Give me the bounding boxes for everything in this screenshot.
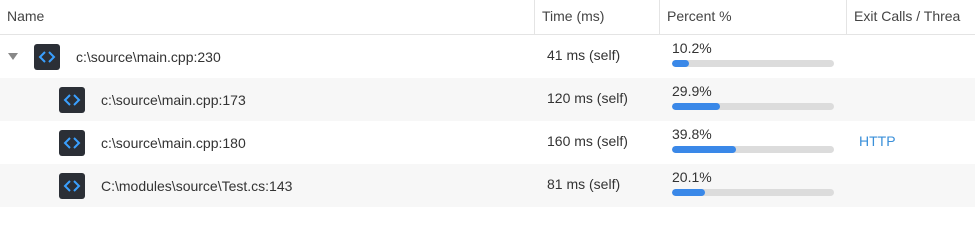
- time-cell: 41 ms (self): [547, 47, 621, 63]
- call-tree-table: Name Time (ms) Percent % Exit Calls / Th…: [0, 0, 975, 207]
- row-name: c:\source\main.cpp:230: [76, 48, 221, 65]
- percent-bar-track: [672, 60, 834, 67]
- exit-calls-cell: [846, 164, 975, 207]
- time-cell: 120 ms (self): [547, 90, 628, 106]
- code-brackets-icon: [34, 43, 60, 70]
- percent-cell: 20.1%: [659, 164, 846, 207]
- table-row[interactable]: c:\source\main.cpp:173 120 ms (self) 29.…: [0, 78, 975, 121]
- code-brackets-icon: [59, 86, 85, 113]
- table-row[interactable]: c:\source\main.cpp:180 160 ms (self) 39.…: [0, 121, 975, 164]
- table-row[interactable]: c:\source\main.cpp:230 41 ms (self) 10.2…: [0, 35, 975, 78]
- code-brackets-icon: [59, 172, 85, 199]
- percent-bar-track: [672, 146, 834, 153]
- time-cell: 81 ms (self): [547, 176, 621, 192]
- exit-calls-cell: [846, 78, 975, 121]
- percent-label: 29.9%: [672, 83, 712, 99]
- percent-label: 10.2%: [672, 40, 712, 56]
- column-header-name[interactable]: Name: [0, 0, 534, 34]
- exit-call-link[interactable]: HTTP: [859, 133, 896, 149]
- time-cell: 160 ms (self): [547, 133, 628, 149]
- column-header-time[interactable]: Time (ms): [534, 0, 659, 34]
- percent-bar-track: [672, 189, 834, 196]
- name-cell: c:\source\main.cpp:230: [0, 35, 534, 78]
- column-header-percent[interactable]: Percent %: [659, 0, 846, 34]
- expand-triangle-icon[interactable]: [8, 53, 18, 60]
- row-name: c:\source\main.cpp:180: [101, 134, 246, 151]
- percent-bar-fill: [672, 103, 721, 110]
- percent-cell: 10.2%: [659, 35, 846, 78]
- percent-label: 20.1%: [672, 169, 712, 185]
- name-cell: c:\source\main.cpp:173: [0, 78, 534, 121]
- percent-cell: 29.9%: [659, 78, 846, 121]
- name-cell: C:\modules\source\Test.cs:143: [0, 164, 534, 207]
- exit-calls-cell: [846, 35, 975, 78]
- percent-bar-fill: [672, 189, 705, 196]
- percent-bar-fill: [672, 60, 689, 67]
- code-brackets-icon: [59, 129, 85, 156]
- percent-label: 39.8%: [672, 126, 712, 142]
- percent-bar-fill: [672, 146, 737, 153]
- percent-cell: 39.8%: [659, 121, 846, 164]
- exit-calls-cell: HTTP: [846, 121, 975, 164]
- column-header-exit-calls[interactable]: Exit Calls / Threa: [846, 0, 975, 34]
- row-name: c:\source\main.cpp:173: [101, 91, 246, 108]
- table-row[interactable]: C:\modules\source\Test.cs:143 81 ms (sel…: [0, 164, 975, 207]
- percent-bar-track: [672, 103, 834, 110]
- table-header: Name Time (ms) Percent % Exit Calls / Th…: [0, 0, 975, 35]
- name-cell: c:\source\main.cpp:180: [0, 121, 534, 164]
- row-name: C:\modules\source\Test.cs:143: [101, 177, 293, 194]
